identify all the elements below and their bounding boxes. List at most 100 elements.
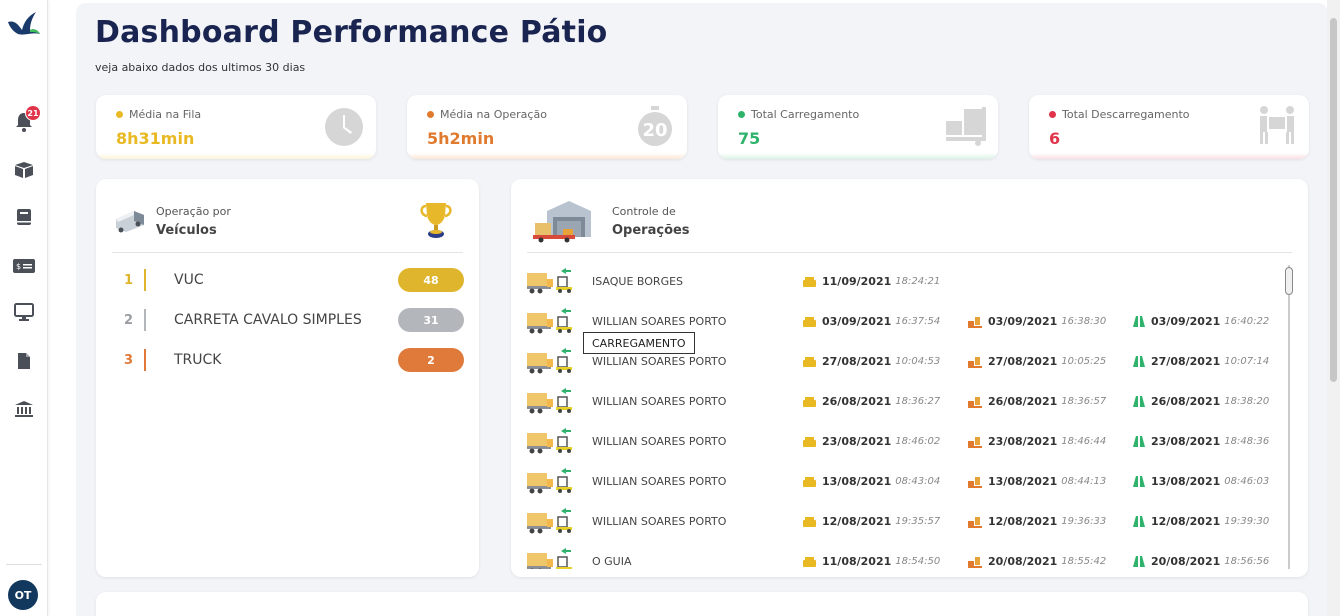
panel-title: Operações	[612, 223, 690, 238]
vehicles-panel-header: Operação por Veículos	[112, 199, 463, 253]
queue-entry: 23/08/2021 18:46:02	[803, 435, 940, 448]
notifications-button[interactable]: 21	[12, 105, 41, 134]
operation-row[interactable]: O GUIA 11/08/2021 18:54:50 20/08/2021 18:55:…	[523, 547, 1283, 569]
kpi-card-queue-average: Média na Fila 8h31min	[96, 95, 376, 159]
queue-entry: 27/08/2021 10:04:53	[803, 355, 940, 368]
loading-truck-icon[interactable]	[525, 467, 573, 495]
panel-subtitle: Controle de	[612, 205, 676, 218]
page-title: Dashboard Performance Pátio	[95, 15, 608, 50]
dock-icon	[968, 556, 982, 568]
driver-name: WILLIAN SOARES PORTO	[592, 475, 727, 488]
queue-entry: 11/09/2021 18:24:21	[803, 275, 940, 288]
operation-start: 03/09/2021 16:38:30	[968, 315, 1106, 328]
queue-icon	[803, 516, 816, 527]
kpi-label: Total Carregamento	[751, 108, 860, 121]
operations-scrollbar[interactable]	[1284, 265, 1294, 569]
sidebar-item-finance[interactable]: $	[12, 254, 36, 278]
queue-entry: 26/08/2021 18:36:27	[803, 395, 940, 408]
operation-row[interactable]: WILLIAN SOARES PORTO 03/09/2021 16:37:54 03…	[523, 307, 1283, 335]
queue-entry: 03/09/2021 16:37:54	[803, 315, 940, 328]
dock-icon	[968, 356, 982, 368]
hand-truck-icon	[946, 107, 986, 146]
sidebar-item-monitor[interactable]	[12, 300, 36, 324]
dock-icon	[968, 516, 982, 528]
loading-truck-icon[interactable]	[525, 427, 573, 455]
status-dot	[738, 111, 745, 118]
tooltip: CARREGAMENTO	[583, 332, 695, 354]
user-avatar[interactable]: OT	[8, 580, 38, 610]
road-exit-icon	[1133, 436, 1145, 447]
warehouse-icon	[533, 201, 591, 243]
monitor-icon	[14, 303, 34, 321]
kpi-card-operation-average: Média na Operação 5h2min 20	[407, 95, 687, 159]
sidebar-item-book[interactable]	[12, 205, 36, 229]
sidebar-item-bank[interactable]	[12, 397, 36, 421]
book-icon	[17, 209, 31, 225]
operations-panel-header: Controle de Operações	[527, 199, 1292, 253]
sidebar-item-boxes[interactable]	[12, 158, 36, 182]
vehicle-row: 3 TRUCK 2	[124, 348, 464, 372]
sidebar-item-documents[interactable]	[12, 349, 36, 373]
vehicle-rank: 2	[124, 312, 134, 328]
operation-exit: 27/08/2021 10:07:14	[1133, 355, 1269, 368]
scrollbar-thumb[interactable]	[1285, 267, 1293, 295]
queue-icon	[803, 356, 816, 367]
svg-text:$: $	[16, 262, 21, 271]
operation-start: 12/08/2021 19:36:33	[968, 515, 1106, 528]
trophy-icon	[420, 203, 452, 238]
panel-title: Veículos	[156, 223, 217, 238]
loading-truck-icon[interactable]	[525, 347, 573, 375]
operation-row[interactable]: WILLIAN SOARES PORTO 13/08/2021 08:43:04 13…	[523, 467, 1283, 495]
road-exit-icon	[1133, 516, 1145, 527]
operation-row[interactable]: ISAQUE BORGES 11/09/2021 18:24:21	[523, 267, 1283, 295]
operation-row[interactable]: WILLIAN SOARES PORTO 23/08/2021 18:46:02 23…	[523, 427, 1283, 455]
kpi-label: Total Descarregamento	[1062, 108, 1190, 121]
bottom-panel	[96, 592, 1308, 616]
loading-truck-icon[interactable]	[525, 267, 573, 295]
operation-start: 26/08/2021 18:36:57	[968, 395, 1106, 408]
kpi-value: 5h2min	[427, 129, 495, 148]
operation-start: 23/08/2021 18:46:44	[968, 435, 1106, 448]
sidebar-divider	[6, 564, 42, 565]
driver-name: WILLIAN SOARES PORTO	[592, 395, 727, 408]
box-icon	[15, 162, 33, 178]
operations-list[interactable]: ISAQUE BORGES 11/09/2021 18:24:21 WILLIAN S…	[523, 265, 1283, 569]
operation-exit: 13/08/2021 08:46:03	[1133, 475, 1269, 488]
loading-truck-icon[interactable]	[525, 387, 573, 415]
status-dot	[427, 111, 434, 118]
driver-name: WILLIAN SOARES PORTO	[592, 355, 727, 368]
driver-name: WILLIAN SOARES PORTO	[592, 315, 727, 328]
sidebar: 21 $ OT	[0, 0, 48, 616]
clock-icon	[325, 108, 363, 146]
brand-logo-icon[interactable]	[6, 10, 42, 40]
kpi-value: 8h31min	[116, 129, 195, 148]
driver-name: WILLIAN SOARES PORTO	[592, 435, 727, 448]
queue-icon	[803, 436, 816, 447]
operation-row[interactable]: WILLIAN SOARES PORTO 12/08/2021 19:35:57 12…	[523, 507, 1283, 535]
file-icon	[18, 353, 30, 369]
road-exit-icon	[1133, 316, 1145, 327]
vehicle-count-badge: 48	[398, 268, 464, 292]
operation-exit: 26/08/2021 18:38:20	[1133, 395, 1269, 408]
status-dot	[1049, 111, 1056, 118]
driver-name: ISAQUE BORGES	[592, 275, 684, 288]
queue-icon	[803, 556, 816, 567]
queue-icon	[803, 276, 816, 287]
kpi-card-total-unloading: Total Descarregamento 6	[1029, 95, 1309, 159]
people-carry-icon	[1260, 106, 1294, 144]
loading-truck-icon[interactable]	[525, 547, 573, 569]
page-scrollbar-thumb[interactable]	[1330, 18, 1337, 382]
queue-icon	[803, 316, 816, 327]
kpi-label: Média na Fila	[129, 108, 202, 121]
operation-start: 13/08/2021 08:44:13	[968, 475, 1106, 488]
operation-row[interactable]: WILLIAN SOARES PORTO 26/08/2021 18:36:27 26…	[523, 387, 1283, 415]
page-scrollbar[interactable]	[1327, 0, 1340, 616]
panel-subtitle: Operação por	[156, 205, 231, 218]
loading-truck-icon[interactable]	[525, 507, 573, 535]
queue-icon	[803, 396, 816, 407]
kpi-card-total-loading: Total Carregamento 75	[718, 95, 998, 159]
loading-truck-icon[interactable]	[525, 307, 573, 335]
truck-icon	[116, 211, 144, 233]
kpi-value: 6	[1049, 129, 1061, 148]
driver-name: O GUIA	[592, 555, 632, 568]
